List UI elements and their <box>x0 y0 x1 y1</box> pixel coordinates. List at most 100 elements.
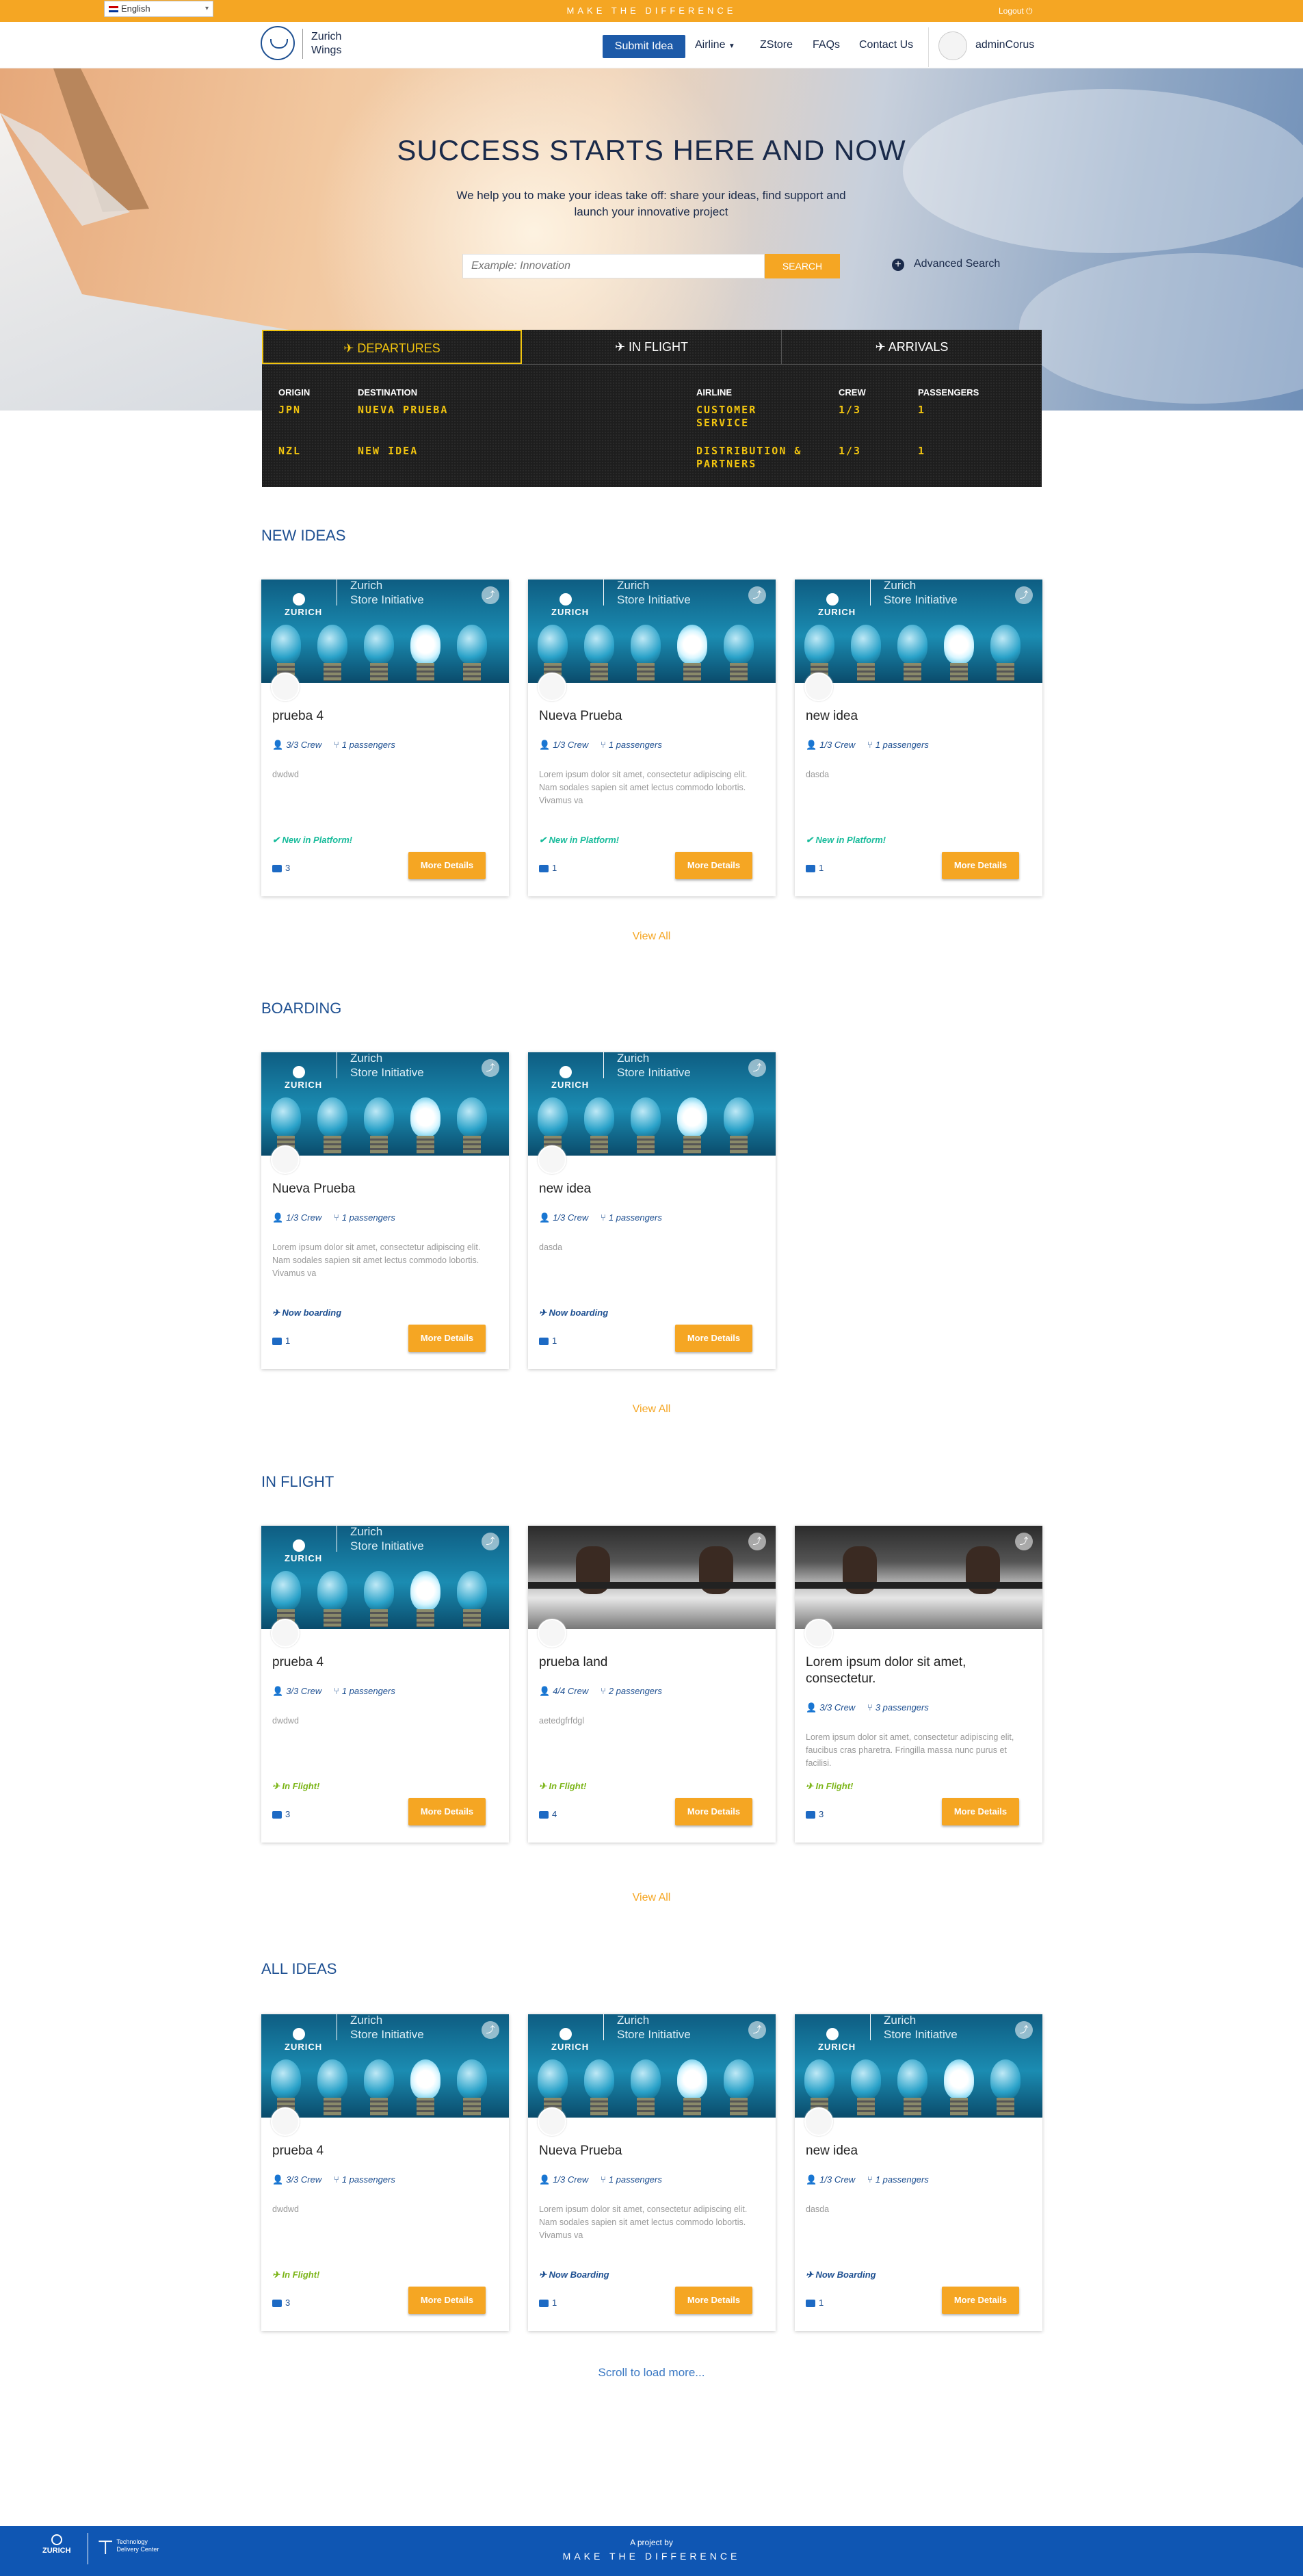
share-icon[interactable]: ⤴ <box>1015 1533 1033 1550</box>
author-avatar[interactable] <box>271 1619 300 1648</box>
idea-title[interactable]: prueba land <box>539 1654 765 1671</box>
author-avatar[interactable] <box>538 673 566 701</box>
nav-faqs[interactable]: FAQs <box>813 39 840 51</box>
row2-destination[interactable]: NEW IDEA <box>358 445 418 458</box>
idea-image[interactable]: ZURICH Zurich Store Initiative ⤴ <box>261 1526 509 1629</box>
share-icon[interactable]: ⤴ <box>482 586 499 604</box>
tab-arrivals[interactable]: ✈ ARRIVALS <box>782 330 1042 364</box>
comment-count[interactable]: 3 <box>272 1809 290 1819</box>
comment-count[interactable]: 4 <box>539 1809 557 1819</box>
tab-departures[interactable]: ✈ DEPARTURES <box>262 330 522 364</box>
share-icon[interactable]: ⤴ <box>1015 586 1033 604</box>
idea-card[interactable]: ZURICH Zurich Store Initiative ⤴ new idea 👤 1/… <box>795 2014 1042 2331</box>
comment-count[interactable]: 3 <box>272 863 290 873</box>
view-all-boarding[interactable]: View All <box>0 1403 1303 1416</box>
comment-count[interactable]: 1 <box>272 1336 290 1346</box>
author-avatar[interactable] <box>804 673 833 701</box>
idea-title[interactable]: prueba 4 <box>272 708 498 725</box>
more-details-button[interactable]: More Details <box>408 1798 486 1825</box>
author-avatar[interactable] <box>271 673 300 701</box>
idea-image[interactable]: ZURICH Zurich Store Initiative ⤴ <box>261 2014 509 2118</box>
more-details-button[interactable]: More Details <box>675 2287 752 2314</box>
plus-circle-icon[interactable]: + <box>892 259 904 271</box>
idea-card[interactable]: ZURICH Zurich Store Initiative ⤴ Nueva Prueb… <box>261 1052 509 1369</box>
idea-title[interactable]: new idea <box>539 1181 765 1197</box>
idea-image[interactable]: ZURICH Zurich Store Initiative ⤴ <box>261 580 509 683</box>
author-avatar[interactable] <box>271 1145 300 1174</box>
idea-card[interactable]: ⤴ Lorem ipsum dolor sit amet, consectetur… <box>795 1526 1042 1843</box>
idea-title[interactable]: Lorem ipsum dolor sit amet, consectetur. <box>806 1654 1031 1687</box>
brand-name[interactable]: Zurich Wings <box>311 30 366 57</box>
share-icon[interactable]: ⤴ <box>482 2021 499 2039</box>
share-icon[interactable]: ⤴ <box>748 1533 766 1550</box>
more-details-button[interactable]: More Details <box>675 1798 752 1825</box>
more-details-button[interactable]: More Details <box>942 2287 1019 2314</box>
idea-image[interactable]: ZURICH Zurich Store Initiative ⤴ <box>528 2014 776 2118</box>
idea-title[interactable]: new idea <box>806 708 1031 725</box>
idea-image[interactable]: ZURICH Zurich Store Initiative ⤴ <box>795 580 1042 683</box>
idea-card[interactable]: ZURICH Zurich Store Initiative ⤴ Nueva Prueb… <box>528 2014 776 2331</box>
idea-image[interactable]: ⤴ <box>795 1526 1042 1629</box>
idea-image[interactable]: ⤴ <box>528 1526 776 1629</box>
nav-zstore[interactable]: ZStore <box>760 39 793 51</box>
share-icon[interactable]: ⤴ <box>748 586 766 604</box>
more-details-button[interactable]: More Details <box>942 1798 1019 1825</box>
share-icon[interactable]: ⤴ <box>482 1059 499 1077</box>
nav-airline[interactable]: Airline ▼ <box>695 39 735 51</box>
comment-count[interactable]: 1 <box>539 2298 557 2308</box>
idea-card[interactable]: ZURICH Zurich Store Initiative ⤴ Nueva Prueb… <box>528 580 776 896</box>
idea-card[interactable]: ZURICH Zurich Store Initiative ⤴ prueba 4 👤 3/… <box>261 580 509 896</box>
search-button[interactable]: SEARCH <box>765 254 840 278</box>
user-name[interactable]: adminCorus <box>975 39 1034 51</box>
author-avatar[interactable] <box>538 1619 566 1648</box>
idea-image[interactable]: ZURICH Zurich Store Initiative ⤴ <box>528 580 776 683</box>
idea-card[interactable]: ZURICH Zurich Store Initiative ⤴ prueba 4 👤 3/… <box>261 1526 509 1843</box>
author-avatar[interactable] <box>538 2107 566 2136</box>
idea-title[interactable]: prueba 4 <box>272 1654 498 1671</box>
idea-title[interactable]: Nueva Prueba <box>272 1181 498 1197</box>
comment-count[interactable]: 1 <box>539 863 557 873</box>
nav-contact-us[interactable]: Contact Us <box>859 39 913 51</box>
search-input[interactable] <box>462 254 765 278</box>
more-details-button[interactable]: More Details <box>942 852 1019 879</box>
share-icon[interactable]: ⤴ <box>748 2021 766 2039</box>
idea-image[interactable]: ZURICH Zurich Store Initiative ⤴ <box>261 1052 509 1156</box>
comment-count[interactable]: 3 <box>806 1809 824 1819</box>
share-icon[interactable]: ⤴ <box>748 1059 766 1077</box>
idea-title[interactable]: Nueva Prueba <box>539 2143 765 2159</box>
idea-title[interactable]: prueba 4 <box>272 2143 498 2159</box>
more-details-button[interactable]: More Details <box>675 852 752 879</box>
comment-count[interactable]: 1 <box>806 2298 824 2308</box>
view-all-in-flight[interactable]: View All <box>0 1892 1303 1904</box>
more-details-button[interactable]: More Details <box>408 1325 486 1352</box>
more-details-button[interactable]: More Details <box>408 852 486 879</box>
share-icon[interactable]: ⤴ <box>482 1533 499 1550</box>
comment-count[interactable]: 3 <box>272 2298 290 2308</box>
view-all-new-ideas[interactable]: View All <box>0 931 1303 943</box>
author-avatar[interactable] <box>804 1619 833 1648</box>
author-avatar[interactable] <box>804 2107 833 2136</box>
idea-image[interactable]: ZURICH Zurich Store Initiative ⤴ <box>528 1052 776 1156</box>
share-icon[interactable]: ⤴ <box>1015 2021 1033 2039</box>
idea-card[interactable]: ⤴ prueba land 👤 4/4 Crew ⑂ 2 passengers aetedg… <box>528 1526 776 1843</box>
idea-card[interactable]: ZURICH Zurich Store Initiative ⤴ new idea 👤 1/… <box>795 580 1042 896</box>
idea-title[interactable]: Nueva Prueba <box>539 708 765 725</box>
comment-count[interactable]: 1 <box>539 1336 557 1346</box>
comment-count[interactable]: 1 <box>806 863 824 873</box>
author-avatar[interactable] <box>271 2107 300 2136</box>
submit-idea-button[interactable]: Submit Idea <box>603 35 685 58</box>
logout-link[interactable]: Logout ⏻ <box>999 6 1033 16</box>
tab-in-flight[interactable]: ✈ IN FLIGHT <box>522 330 782 364</box>
row1-destination[interactable]: NUEVA PRUEBA <box>358 404 448 417</box>
idea-card[interactable]: ZURICH Zurich Store Initiative ⤴ prueba 4 👤 3/… <box>261 2014 509 2331</box>
idea-title[interactable]: new idea <box>806 2143 1031 2159</box>
idea-card[interactable]: ZURICH Zurich Store Initiative ⤴ new idea 👤 1/… <box>528 1052 776 1369</box>
user-avatar[interactable] <box>938 31 967 60</box>
advanced-search-link[interactable]: Advanced Search <box>914 258 1000 270</box>
scroll-to-load-more[interactable]: Scroll to load more... <box>0 2366 1303 2380</box>
more-details-button[interactable]: More Details <box>408 2287 486 2314</box>
more-details-button[interactable]: More Details <box>675 1325 752 1352</box>
wings-logo-icon[interactable] <box>261 26 295 60</box>
author-avatar[interactable] <box>538 1145 566 1174</box>
idea-image[interactable]: ZURICH Zurich Store Initiative ⤴ <box>795 2014 1042 2118</box>
